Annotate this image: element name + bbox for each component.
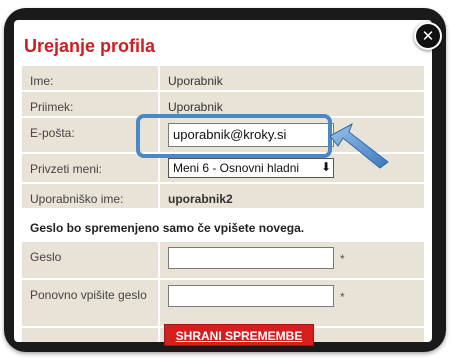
dialog-title: Urejanje profila <box>24 36 156 56</box>
email-highlight-box <box>136 114 332 158</box>
password-repeat-cell: * <box>160 280 424 326</box>
actions-label-cell <box>22 328 158 342</box>
password-repeat-required-mark: * <box>340 290 345 304</box>
row-username: Uporabniško ime: uporabnik2 <box>22 184 424 208</box>
password-field[interactable] <box>168 247 334 269</box>
default-menu-select[interactable]: Meni 6 - Osnovni hladni ⬇ <box>168 158 334 178</box>
profile-dialog: Urejanje profila Ime: Uporabnik Priimek:… <box>14 20 432 342</box>
name-label: Ime: <box>22 66 158 90</box>
password-label: Geslo <box>22 242 158 278</box>
close-icon[interactable]: ✕ <box>414 22 442 50</box>
pointer-arrow-icon <box>329 122 389 169</box>
username-label: Uporabniško ime: <box>22 184 158 208</box>
username-value: uporabnik2 <box>160 184 424 208</box>
row-password-repeat: Ponovno vpišite geslo * <box>22 280 424 326</box>
password-repeat-label: Ponovno vpišite geslo <box>22 280 158 326</box>
password-required-mark: * <box>340 252 345 266</box>
surname-label: Priimek: <box>22 92 158 116</box>
save-button[interactable]: SHRANI SPREMEMBE <box>164 324 314 346</box>
row-name: Ime: Uporabnik <box>22 66 424 90</box>
default-menu-selected: Meni 6 - Osnovni hladni <box>173 161 300 175</box>
password-repeat-field[interactable] <box>168 285 334 307</box>
name-value: Uporabnik <box>160 66 424 90</box>
default-menu-label: Privzeti meni: <box>22 154 158 182</box>
password-notice: Geslo bo spremenjeno samo če vpišete nov… <box>22 214 424 240</box>
row-password: Geslo * <box>22 242 424 278</box>
password-cell: * <box>160 242 424 278</box>
